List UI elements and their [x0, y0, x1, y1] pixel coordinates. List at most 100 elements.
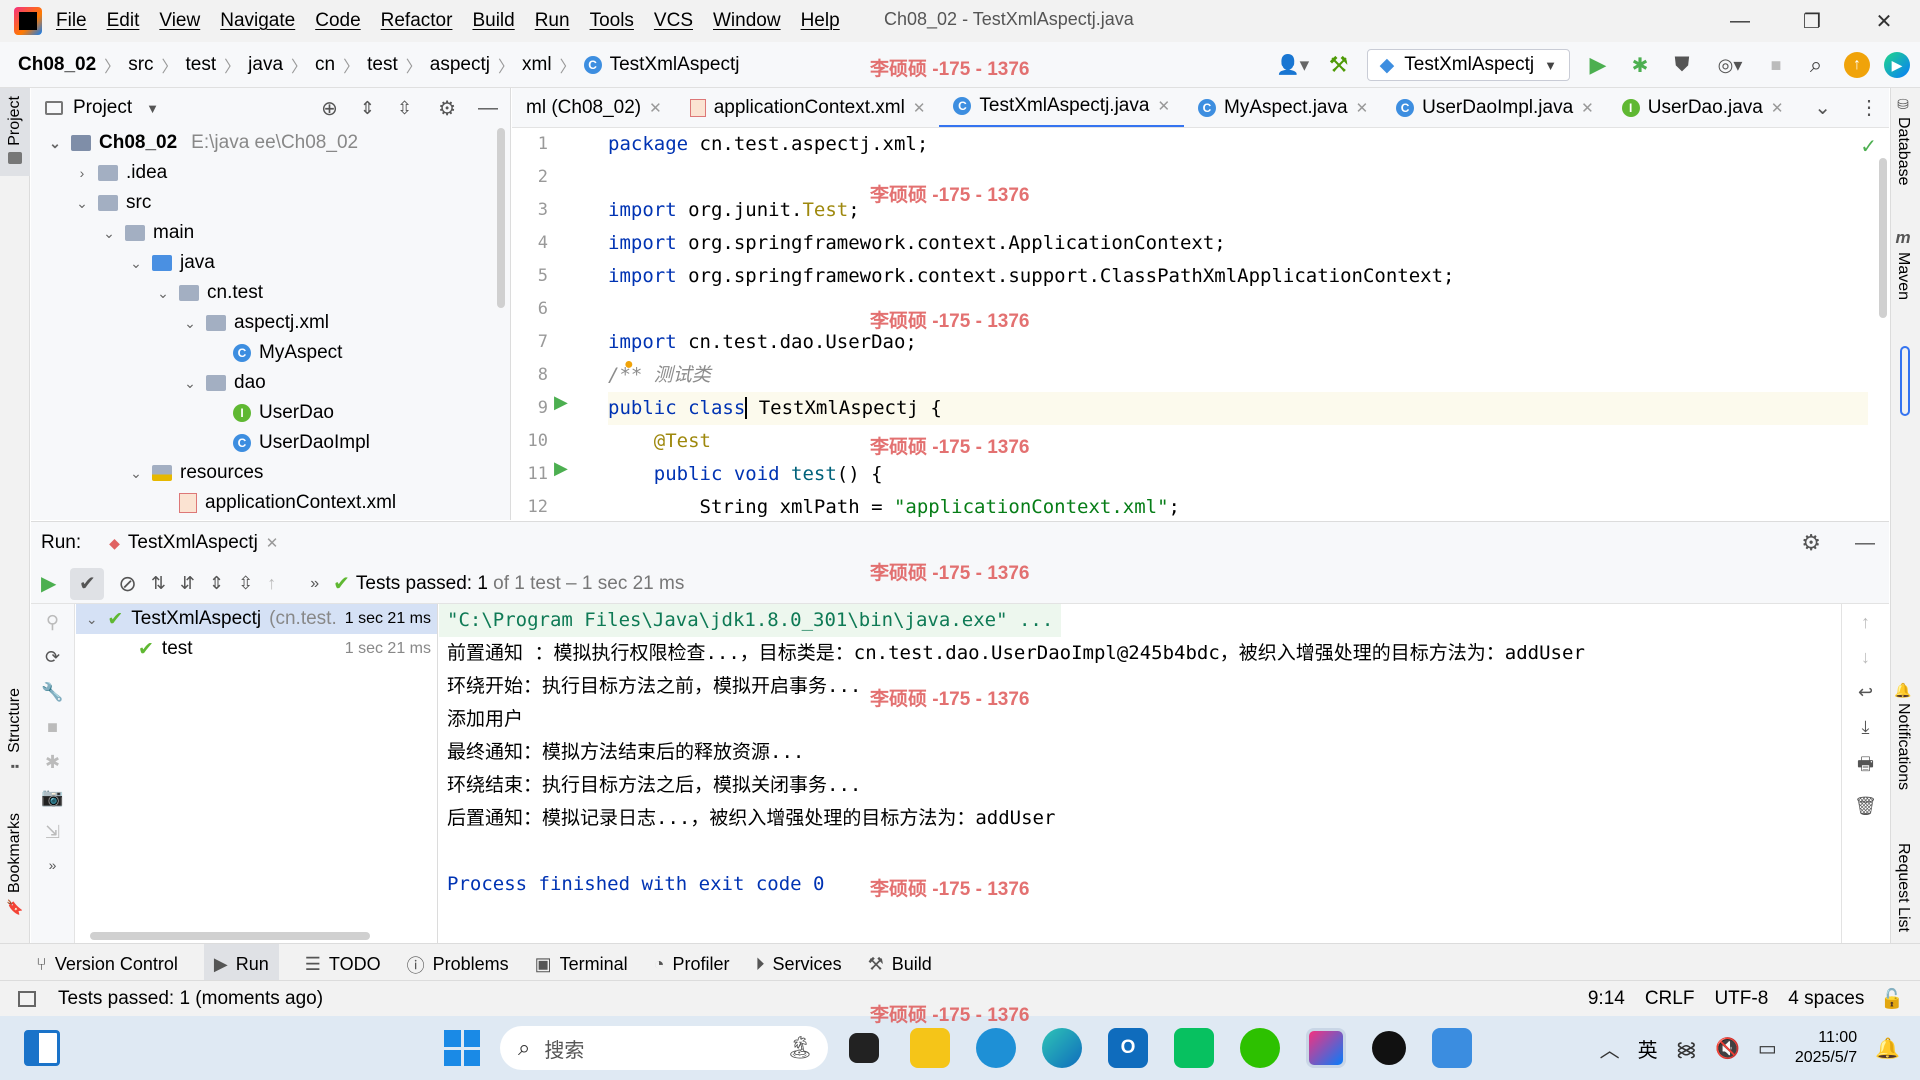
chevron-down-icon[interactable]: ▼ [146, 101, 159, 116]
tree-item[interactable]: › .idea [31, 158, 510, 188]
chevron-down-icon[interactable]: ⌄ [74, 195, 90, 212]
run-gutter-icon[interactable]: ▶ [554, 392, 568, 413]
tree-item[interactable]: ⌄ Ch08_02 E:\java ee\Ch08_02 [31, 128, 510, 158]
sort-duration-icon[interactable]: ⇵ [180, 573, 195, 594]
project-scrollbar[interactable] [497, 128, 505, 308]
tree-item[interactable]: I UserDao [31, 398, 510, 428]
indent-setting[interactable]: 4 spaces [1788, 988, 1864, 1010]
expand-all-icon[interactable]: ⇕ [360, 98, 375, 119]
file-explorer-icon[interactable] [910, 1028, 950, 1068]
editor-scrollbar[interactable] [1879, 158, 1887, 318]
edge-icon[interactable] [1042, 1028, 1082, 1068]
tree-item[interactable]: ⌄ src [31, 188, 510, 218]
tab-version-control[interactable]: ⑂ Version Control [36, 954, 178, 975]
stop-icon[interactable]: ■ [47, 717, 58, 738]
pin-icon[interactable]: ⚲ [46, 612, 59, 633]
layout-icon[interactable] [18, 990, 36, 1007]
run-configuration-select[interactable]: ◆ TestXmlAspectj ▼ [1366, 49, 1570, 81]
menu-code[interactable]: Code [315, 10, 360, 32]
breadcrumb-item[interactable]: test [186, 54, 217, 76]
volume-muted-icon[interactable]: 🔇 [1715, 1036, 1740, 1061]
chevron-down-icon[interactable]: ⌄ [128, 465, 144, 482]
expand-all-icon[interactable]: ⇕ [209, 573, 224, 594]
chevron-down-icon[interactable]: ⌄ [128, 255, 144, 272]
breadcrumb-item[interactable]: Ch08_02 [18, 54, 96, 76]
arrow-down-icon[interactable]: ↓ [1861, 647, 1870, 668]
menu-view[interactable]: View [159, 10, 200, 32]
chevron-down-icon[interactable]: ⌄ [182, 375, 198, 392]
trash-icon[interactable]: 🗑 [1854, 796, 1877, 817]
bookmarks-tool-tab[interactable]: Bookmarks 🔖 [0, 813, 30, 933]
close-icon[interactable]: ✕ [1157, 97, 1170, 115]
previous-failed-icon[interactable]: ↑ [267, 573, 276, 594]
ime-indicator[interactable]: 英 [1638, 1034, 1658, 1063]
task-view-icon[interactable] [849, 1033, 879, 1063]
collapse-all-icon[interactable]: ⇳ [397, 98, 412, 119]
start-icon[interactable] [444, 1030, 480, 1066]
menu-refactor[interactable]: Refactor [381, 10, 453, 32]
menu-build[interactable]: Build [472, 10, 514, 32]
tree-item[interactable]: ⌄ aspectj.xml [31, 308, 510, 338]
notepad-icon[interactable] [1432, 1028, 1472, 1068]
tab-terminal[interactable]: ▣ Terminal [535, 954, 628, 975]
camera-icon[interactable]: 📷 [41, 787, 63, 808]
taskbar-search[interactable]: ⌕ 搜索 🏝 [500, 1026, 828, 1070]
gear-icon[interactable]: ⚙ [438, 96, 456, 121]
locate-icon[interactable]: ⊕ [321, 96, 338, 121]
stop-icon[interactable]: ■ [1764, 55, 1788, 76]
line-separator[interactable]: CRLF [1645, 988, 1695, 1010]
arrow-up-icon[interactable]: ↑ [1861, 612, 1870, 633]
chevron-right-icon[interactable]: › [74, 165, 90, 181]
tree-item[interactable]: ⌄ cn.test [31, 278, 510, 308]
no-problems-icon[interactable]: ✓ [1860, 134, 1877, 159]
tree-item[interactable]: ⌄ java [31, 248, 510, 278]
gear-icon[interactable]: ⚙ [1801, 530, 1821, 556]
editor-tab[interactable]: I UserDao.java ✕ [1608, 88, 1798, 127]
tab-list-chevron-icon[interactable]: ⌄ [1814, 95, 1831, 120]
wrench-icon[interactable]: 🔧 [41, 682, 63, 703]
import-icon[interactable]: ⇲ [45, 822, 60, 843]
structure-tool-tab[interactable]: Structure ▪▪ [0, 688, 30, 798]
chevron-down-icon[interactable]: ⌄ [84, 611, 99, 628]
editor-tab[interactable]: C MyAspect.java ✕ [1184, 88, 1382, 127]
wifi-icon[interactable]: ᯼ [1676, 1035, 1697, 1062]
project-tool-tab[interactable]: Project [0, 88, 30, 176]
outlook-icon[interactable]: O [1108, 1028, 1148, 1068]
menu-tools[interactable]: Tools [590, 10, 634, 32]
chevron-down-icon[interactable]: ⌄ [155, 285, 171, 302]
plugin-icon[interactable]: ▶ [1884, 52, 1910, 78]
update-icon[interactable]: ↑ [1844, 52, 1870, 78]
intellij-icon[interactable] [1306, 1028, 1346, 1068]
user-icon[interactable]: 👤▾ [1275, 53, 1311, 77]
notifications-tool-tab[interactable]: 🔔 Notifications [1894, 682, 1912, 790]
caret-position[interactable]: 9:14 [1588, 988, 1625, 1010]
chevron-down-icon[interactable]: ⌄ [182, 315, 198, 332]
tree-item[interactable]: ⌄ dao [31, 368, 510, 398]
database-tool-tab[interactable]: ⛁ Database [1894, 96, 1912, 186]
coverage-icon[interactable]: ⛊ [1668, 54, 1696, 77]
chevron-down-icon[interactable]: ⌄ [101, 225, 117, 242]
console-output[interactable]: "C:\Program Files\Java\jdk1.8.0_301\bin\… [439, 604, 1839, 944]
tab-problems[interactable]: ⓘ Problems [407, 952, 509, 978]
editor-tab[interactable]: C TestXmlAspectj.java ✕ [939, 88, 1185, 127]
breadcrumb-item[interactable]: cn [315, 54, 335, 76]
collapse-all-icon[interactable]: ⇳ [238, 573, 253, 594]
editor-scroll-marker[interactable] [1900, 346, 1910, 416]
restore-button[interactable]: ❐ [1776, 9, 1848, 34]
menu-run[interactable]: Run [535, 10, 570, 32]
soft-wrap-icon[interactable]: ↩ [1858, 682, 1873, 703]
restart-icon[interactable]: ⟳ [45, 647, 60, 668]
tree-hscrollbar[interactable] [90, 932, 370, 940]
file-encoding[interactable]: UTF-8 [1714, 988, 1768, 1010]
menu-vcs[interactable]: VCS [654, 10, 693, 32]
menu-file[interactable]: File [56, 10, 87, 32]
profile-icon[interactable]: ◎▾ [1710, 55, 1750, 76]
editor-tab[interactable]: applicationContext.xml ✕ [676, 88, 940, 127]
shopping-icon[interactable] [1174, 1028, 1214, 1068]
tab-build[interactable]: ⚒ Build [868, 954, 932, 975]
request-list-tool-tab[interactable]: Request List [1894, 843, 1912, 932]
close-icon[interactable]: ✕ [266, 534, 279, 552]
debug-icon[interactable]: ✱ [1626, 53, 1654, 78]
lock-icon[interactable]: 🔓 [1880, 987, 1904, 1011]
menu-help[interactable]: Help [801, 10, 840, 32]
